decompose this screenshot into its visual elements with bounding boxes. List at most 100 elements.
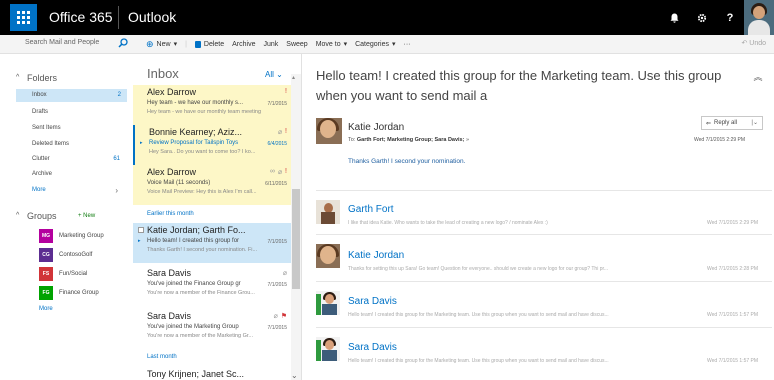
message-date: Wed 7/1/2015 1:57 PM — [707, 358, 759, 364]
attachment-icon: ⌀ — [277, 129, 283, 136]
settings-gear-icon[interactable] — [688, 0, 716, 35]
more-commands-button[interactable]: ··· — [403, 41, 410, 48]
groups-more-link[interactable]: More — [39, 306, 53, 312]
important-icon[interactable]: ! — [285, 88, 287, 95]
reply-all-icon: ⇐ — [706, 120, 712, 127]
message-preview[interactable]: Hello team! I created this group for the… — [348, 358, 688, 364]
scrollbar-thumb[interactable] — [292, 189, 300, 289]
folder-item-inbox[interactable]: Inbox 2 — [16, 89, 127, 102]
categories-button[interactable]: Categories ▾ — [355, 40, 396, 49]
message-preview: You're now a member of the Marketing Gr.… — [147, 333, 254, 339]
list-scrollbar[interactable]: ▴ ⌄ — [291, 74, 301, 380]
scroll-down-icon[interactable]: ⌄ — [291, 371, 298, 380]
expand-recipients-icon[interactable]: » — [466, 137, 469, 143]
chevron-down-icon: ▾ — [391, 41, 396, 48]
message-date: 7/1/2015 — [267, 101, 287, 107]
folder-item-sent[interactable]: Sent Items — [32, 122, 126, 135]
sweep-button[interactable]: Sweep — [286, 41, 307, 48]
message-item[interactable]: Alex Darrow ∞ ⌀! Voice Mail (11 seconds) … — [133, 165, 291, 205]
app-launcher-icon[interactable] — [10, 4, 37, 31]
folder-item-clutter[interactable]: Clutter 61 — [32, 153, 126, 166]
message-sender[interactable]: Garth Fort — [348, 204, 394, 215]
message-sender: Alex Darrow — [147, 87, 197, 97]
group-item-contosogolf[interactable]: CG ContosoGolf — [39, 248, 92, 262]
group-separator: Last month — [147, 354, 177, 360]
reply-all-button[interactable]: ⇐ Reply all |⌄ — [701, 116, 763, 130]
group-item-finance[interactable]: FG Finance Group — [39, 286, 99, 300]
scroll-up-icon[interactable]: ▴ — [292, 74, 295, 81]
command-items: ⊕ New ▾ | Delete Archive Junk Sweep Move… — [146, 35, 410, 53]
collapse-groups-icon[interactable]: ^ — [16, 212, 19, 219]
suite-bar: Office 365 Outlook ? — [0, 0, 774, 35]
message-flags: ⌀ ⚑ — [274, 312, 288, 320]
chevron-down-icon[interactable]: |⌄ — [751, 119, 758, 126]
message-body: Thanks Garth! I second your nomination. — [348, 158, 466, 165]
notifications-bell-icon[interactable] — [660, 0, 688, 35]
message-date: Wed 7/1/2015 2:29 PM — [707, 220, 759, 226]
suite-brand[interactable]: Office 365 — [49, 9, 113, 25]
message-item[interactable]: Tony Krijnen; Janet Sc... — [133, 367, 291, 380]
groups-heading[interactable]: Groups — [27, 211, 57, 221]
message-item-selected[interactable]: Katie Jordan; Garth Fo... ▸ Hello team! … — [133, 223, 291, 263]
folder-item-archive[interactable]: Archive — [32, 168, 126, 181]
toolbar-divider: | — [185, 40, 187, 48]
message-subject: Review Proposal for Tailspin Toys — [149, 140, 239, 146]
search-input[interactable]: Search Mail and People — [25, 39, 99, 46]
message-sender[interactable]: Katie Jordan — [348, 250, 404, 261]
filter-dropdown[interactable]: All ⌄ — [265, 70, 283, 79]
message-preview[interactable]: Hello team! I created this group for the… — [348, 312, 688, 318]
move-to-button[interactable]: Move to ▾ — [316, 40, 347, 49]
important-icon[interactable]: ! — [285, 168, 287, 176]
message-preview[interactable]: I like that idea Katie. Who wants to tak… — [348, 220, 688, 226]
undo-button[interactable]: ↶ Undo — [741, 39, 766, 47]
message-divider — [316, 281, 772, 282]
conversation-title: Hello team! I created this group for the… — [316, 68, 722, 103]
message-item[interactable]: Bonnie Kearney; Aziz... ⌀! ▸ Review Prop… — [133, 125, 291, 165]
message-item[interactable]: Sara Davis ⌀ You've joined the Finance G… — [133, 266, 291, 306]
folder-pane: ^ Folders Inbox 2 Drafts Sent Items Dele… — [0, 54, 133, 380]
recipients-line: To: Garth Fort; Marketing Group; Sara Da… — [348, 137, 470, 143]
collapse-folders-icon[interactable]: ^ — [16, 74, 19, 81]
chevron-down-icon: ⌄ — [276, 70, 283, 79]
sender-photo[interactable] — [316, 244, 340, 268]
group-avatar: FG — [39, 286, 53, 300]
group-item-marketing[interactable]: MG Marketing Group — [39, 229, 104, 243]
delete-button[interactable]: Delete — [194, 40, 224, 48]
message-flags: ⌀! — [278, 128, 287, 136]
folders-more-link[interactable]: More › — [32, 184, 126, 197]
new-button[interactable]: ⊕ New ▾ — [146, 39, 177, 50]
junk-button[interactable]: Junk — [263, 41, 278, 48]
message-preview[interactable]: Thanks for setting this up Sara! Go team… — [348, 266, 688, 272]
folder-item-deleted[interactable]: Deleted Items — [32, 138, 126, 151]
important-icon[interactable]: ! — [285, 128, 287, 136]
new-group-button[interactable]: + New — [78, 213, 95, 219]
sender-photo[interactable] — [316, 118, 342, 144]
message-sender[interactable]: Sara Davis — [348, 296, 397, 307]
folder-item-drafts[interactable]: Drafts — [32, 106, 126, 119]
chevron-down-icon[interactable]: ▾ — [174, 40, 178, 48]
message-divider — [316, 234, 772, 235]
message-sender: Katie Jordan; Garth Fo... — [147, 225, 246, 235]
archive-button[interactable]: Archive — [232, 41, 255, 48]
app-name[interactable]: Outlook — [128, 9, 176, 25]
sender-photo[interactable] — [316, 291, 340, 315]
select-checkbox[interactable] — [138, 227, 144, 233]
folders-heading[interactable]: Folders — [27, 73, 57, 83]
plus-circle-icon: ⊕ — [146, 38, 154, 49]
message-date: Wed 7/1/2015 2:29 PM — [694, 137, 746, 143]
collapse-conversation-button[interactable]: ︽ — [748, 66, 768, 86]
message-item[interactable]: Sara Davis ⌀ ⚑ You've joined the Marketin… — [133, 309, 291, 349]
suite-icons: ? — [660, 0, 774, 35]
suite-divider — [118, 6, 119, 29]
group-item-funsocial[interactable]: FS Fun/Social — [39, 267, 87, 281]
user-avatar[interactable] — [744, 0, 774, 35]
list-title: Inbox — [147, 66, 179, 81]
help-icon[interactable]: ? — [716, 0, 744, 35]
sender-photo[interactable] — [316, 200, 340, 224]
sender-photo[interactable] — [316, 337, 340, 361]
message-item[interactable]: Alex Darrow ! Hey team - we have our mon… — [133, 85, 291, 125]
flag-icon[interactable]: ⚑ — [281, 312, 287, 320]
message-sender[interactable]: Katie Jordan — [348, 122, 404, 133]
message-sender[interactable]: Sara Davis — [348, 342, 397, 353]
search-icon[interactable] — [118, 38, 128, 48]
